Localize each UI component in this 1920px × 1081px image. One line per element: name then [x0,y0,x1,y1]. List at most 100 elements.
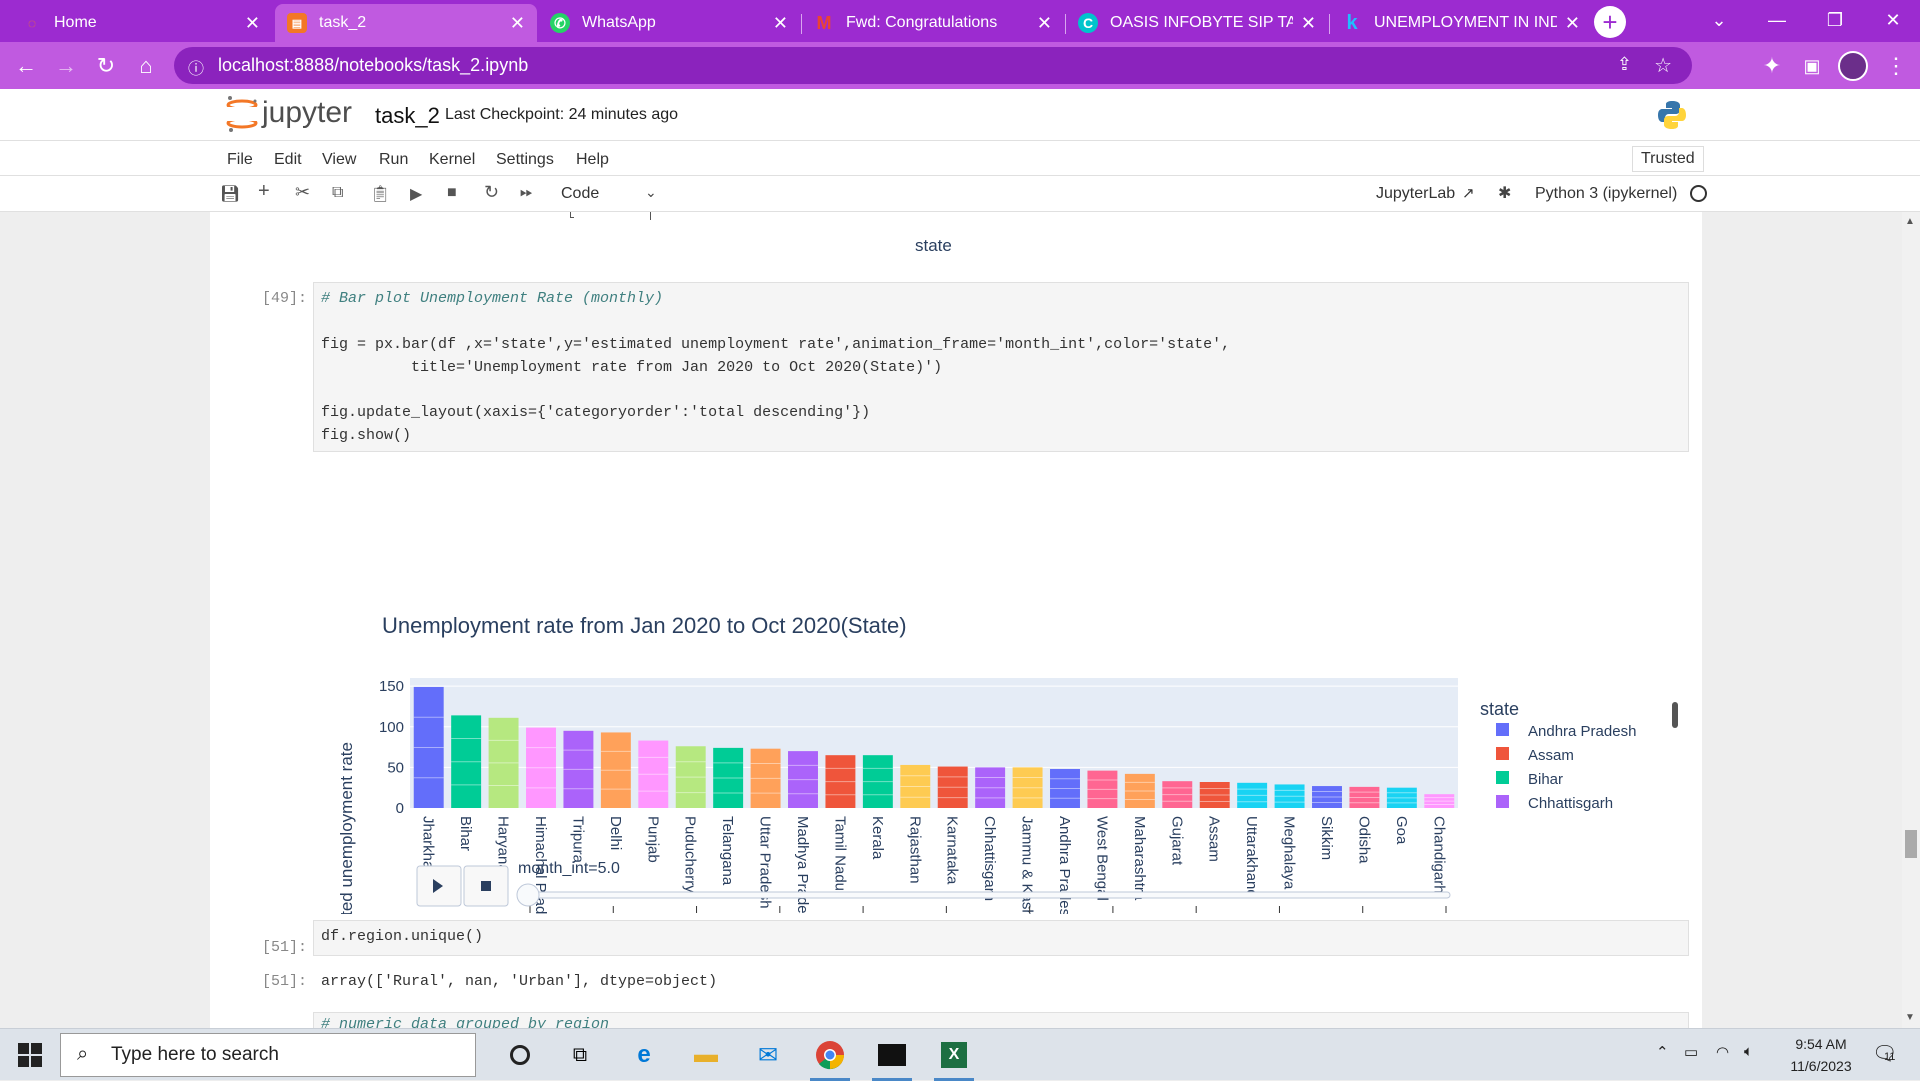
task-view-icon[interactable]: ⧉ [556,1035,604,1075]
save-icon[interactable]: 💾︎ [220,184,240,204]
legend-swatch[interactable] [1496,771,1509,784]
show-hidden-icons[interactable]: ⌃ [1656,1043,1669,1061]
excel-icon[interactable]: X [930,1035,978,1081]
legend-scrollbar[interactable] [1672,702,1678,728]
notebook-name[interactable]: task_2 [375,103,440,129]
plotly-bar-chart[interactable]: Unemployment rate from Jan 2020 to Oct 2… [210,474,1702,914]
clock[interactable]: 9:54 AM 11/6/2023 [1782,1036,1860,1074]
x-tick-label: Delhi [607,816,624,850]
bookmark-star-icon[interactable]: ☆ [1654,53,1672,78]
run-icon[interactable]: ▶ [410,184,422,204]
minimize-button[interactable]: — [1748,0,1806,40]
scroll-down-icon[interactable]: ▼ [1905,1012,1915,1023]
reload-button[interactable]: ↻ [90,50,122,82]
cell-type-select[interactable]: Code [561,185,599,203]
file-explorer-icon[interactable]: ▬ [682,1035,730,1075]
x-tick-label: Rajasthan [906,816,923,884]
close-icon[interactable]: ✕ [1565,13,1580,34]
cell-prompt: [49]: [262,290,308,307]
menu-settings[interactable]: Settings [496,151,554,169]
extensions-icon[interactable]: ✦ [1756,50,1788,82]
code-cell-49[interactable]: # Bar plot Unemployment Rate (monthly) f… [313,282,1689,452]
address-bar[interactable]: ⓘ localhost:8888/notebooks/task_2.ipynb … [174,47,1692,84]
tab-title: Fwd: Congratulations [846,14,998,31]
jupyter-logo-icon[interactable] [224,95,260,133]
home-button[interactable]: ⌂ [130,50,162,82]
close-icon[interactable]: ✕ [1037,13,1052,34]
trusted-indicator[interactable]: Trusted [1632,146,1704,172]
scrollbar-thumb[interactable] [1905,830,1917,858]
cortana-icon[interactable] [496,1035,544,1075]
slider-handle[interactable] [516,883,540,907]
play-button[interactable] [416,865,462,907]
tab-canva[interactable]: C OASIS INFOBYTE SIP TASK ✕ [1066,4,1328,42]
legend-item-label[interactable]: Andhra Pradesh [1528,723,1636,740]
share-icon[interactable]: ⇪ [1617,54,1632,75]
menu-kernel[interactable]: Kernel [429,151,475,169]
forward-button[interactable]: → [50,50,82,82]
chevron-down-icon[interactable]: ⌄ [645,184,657,201]
tab-kaggle[interactable]: k UNEMPLOYMENT IN INDIA ✕ [1330,4,1592,42]
tab-title: task_2 [319,14,367,31]
site-info-icon[interactable]: ⓘ [188,55,204,79]
legend-swatch[interactable] [1496,795,1509,808]
profile-avatar[interactable] [1838,51,1868,81]
menu-file[interactable]: File [227,151,253,169]
tab-whatsapp[interactable]: ✆ WhatsApp ✕ [538,4,800,42]
notebook-area[interactable]: state [49]: # Bar plot Unemployment Rate… [0,212,1920,1028]
browser-menu-icon[interactable]: ⋮ [1880,50,1912,82]
chrome-icon[interactable] [806,1035,854,1081]
side-panel-icon[interactable]: ▣ [1796,50,1828,82]
code-cell-next[interactable]: # numeric data grouped by region [313,1012,1689,1028]
edge-icon[interactable]: e [620,1035,668,1075]
x-tick-label: Madhya Pradesh [794,816,811,914]
restart-run-all-icon[interactable]: ⏩︎ [520,184,533,202]
restart-icon[interactable]: ↻ [484,182,499,203]
insert-cell-icon[interactable]: + [258,180,270,203]
copy-icon[interactable]: ⧉ [332,184,343,202]
legend-item-label[interactable]: Assam [1528,747,1574,764]
taskbar-search-box[interactable]: ⌕ Type here to search [60,1033,476,1077]
page-scrollbar[interactable]: ▲ ▼ [1902,212,1920,1028]
terminal-icon[interactable] [868,1035,916,1081]
back-button[interactable]: ← [10,50,42,82]
code-cell-51[interactable]: df.region.unique() [313,920,1689,956]
legend-swatch[interactable] [1496,723,1509,736]
legend-item-label[interactable]: Bihar [1528,771,1563,788]
tab-search-icon[interactable]: ⌄ [1690,0,1748,40]
kernel-name[interactable]: Python 3 (ipykernel) [1535,185,1677,203]
mail-icon[interactable]: ✉ [744,1035,792,1075]
wifi-icon[interactable]: ◠ [1716,1043,1729,1061]
battery-icon[interactable]: ▭ [1684,1043,1698,1061]
legend-item-label[interactable]: Chhattisgarh [1528,795,1613,812]
x-tick-label: Goa [1393,816,1410,845]
stop-button[interactable] [463,865,509,907]
close-icon[interactable]: ✕ [245,13,260,34]
tab-home[interactable]: ◌ Home ✕ [10,4,272,42]
close-icon[interactable]: ✕ [510,13,525,34]
legend[interactable]: Andhra Pradesh Assam Bihar Chhattisgarh [1496,723,1636,812]
menu-run[interactable]: Run [379,151,408,169]
close-icon[interactable]: ✕ [1301,13,1316,34]
legend-swatch[interactable] [1496,747,1509,760]
paste-icon[interactable]: 📋︎ [370,184,390,204]
slider-rail[interactable] [521,891,1451,899]
windows-start-icon[interactable] [18,1043,42,1067]
scroll-up-icon[interactable]: ▲ [1905,216,1915,227]
volume-icon[interactable]: 🔈︎ [1744,1043,1753,1060]
close-icon[interactable]: ✕ [773,13,788,34]
menu-help[interactable]: Help [576,151,609,169]
menu-edit[interactable]: Edit [274,151,302,169]
cut-icon[interactable]: ✂ [295,182,310,203]
tab-gmail[interactable]: M Fwd: Congratulations ✕ [802,4,1064,42]
debugger-bug-icon[interactable]: ✱ [1498,183,1511,203]
menu-view[interactable]: View [322,151,356,169]
restore-button[interactable]: ❐ [1806,0,1864,40]
stop-icon[interactable]: ■ [447,184,457,202]
window-close-button[interactable]: ✕ [1864,0,1920,40]
tab-task-2[interactable]: ▤ task_2 ✕ [275,4,537,42]
notification-center-icon[interactable]: 🗨︎ 11 [1872,1041,1897,1066]
cell-output: array(['Rural', nan, 'Urban'], dtype=obj… [321,973,718,990]
jupyterlab-link[interactable]: JupyterLab [1376,185,1455,203]
new-tab-button[interactable]: + [1594,6,1626,38]
